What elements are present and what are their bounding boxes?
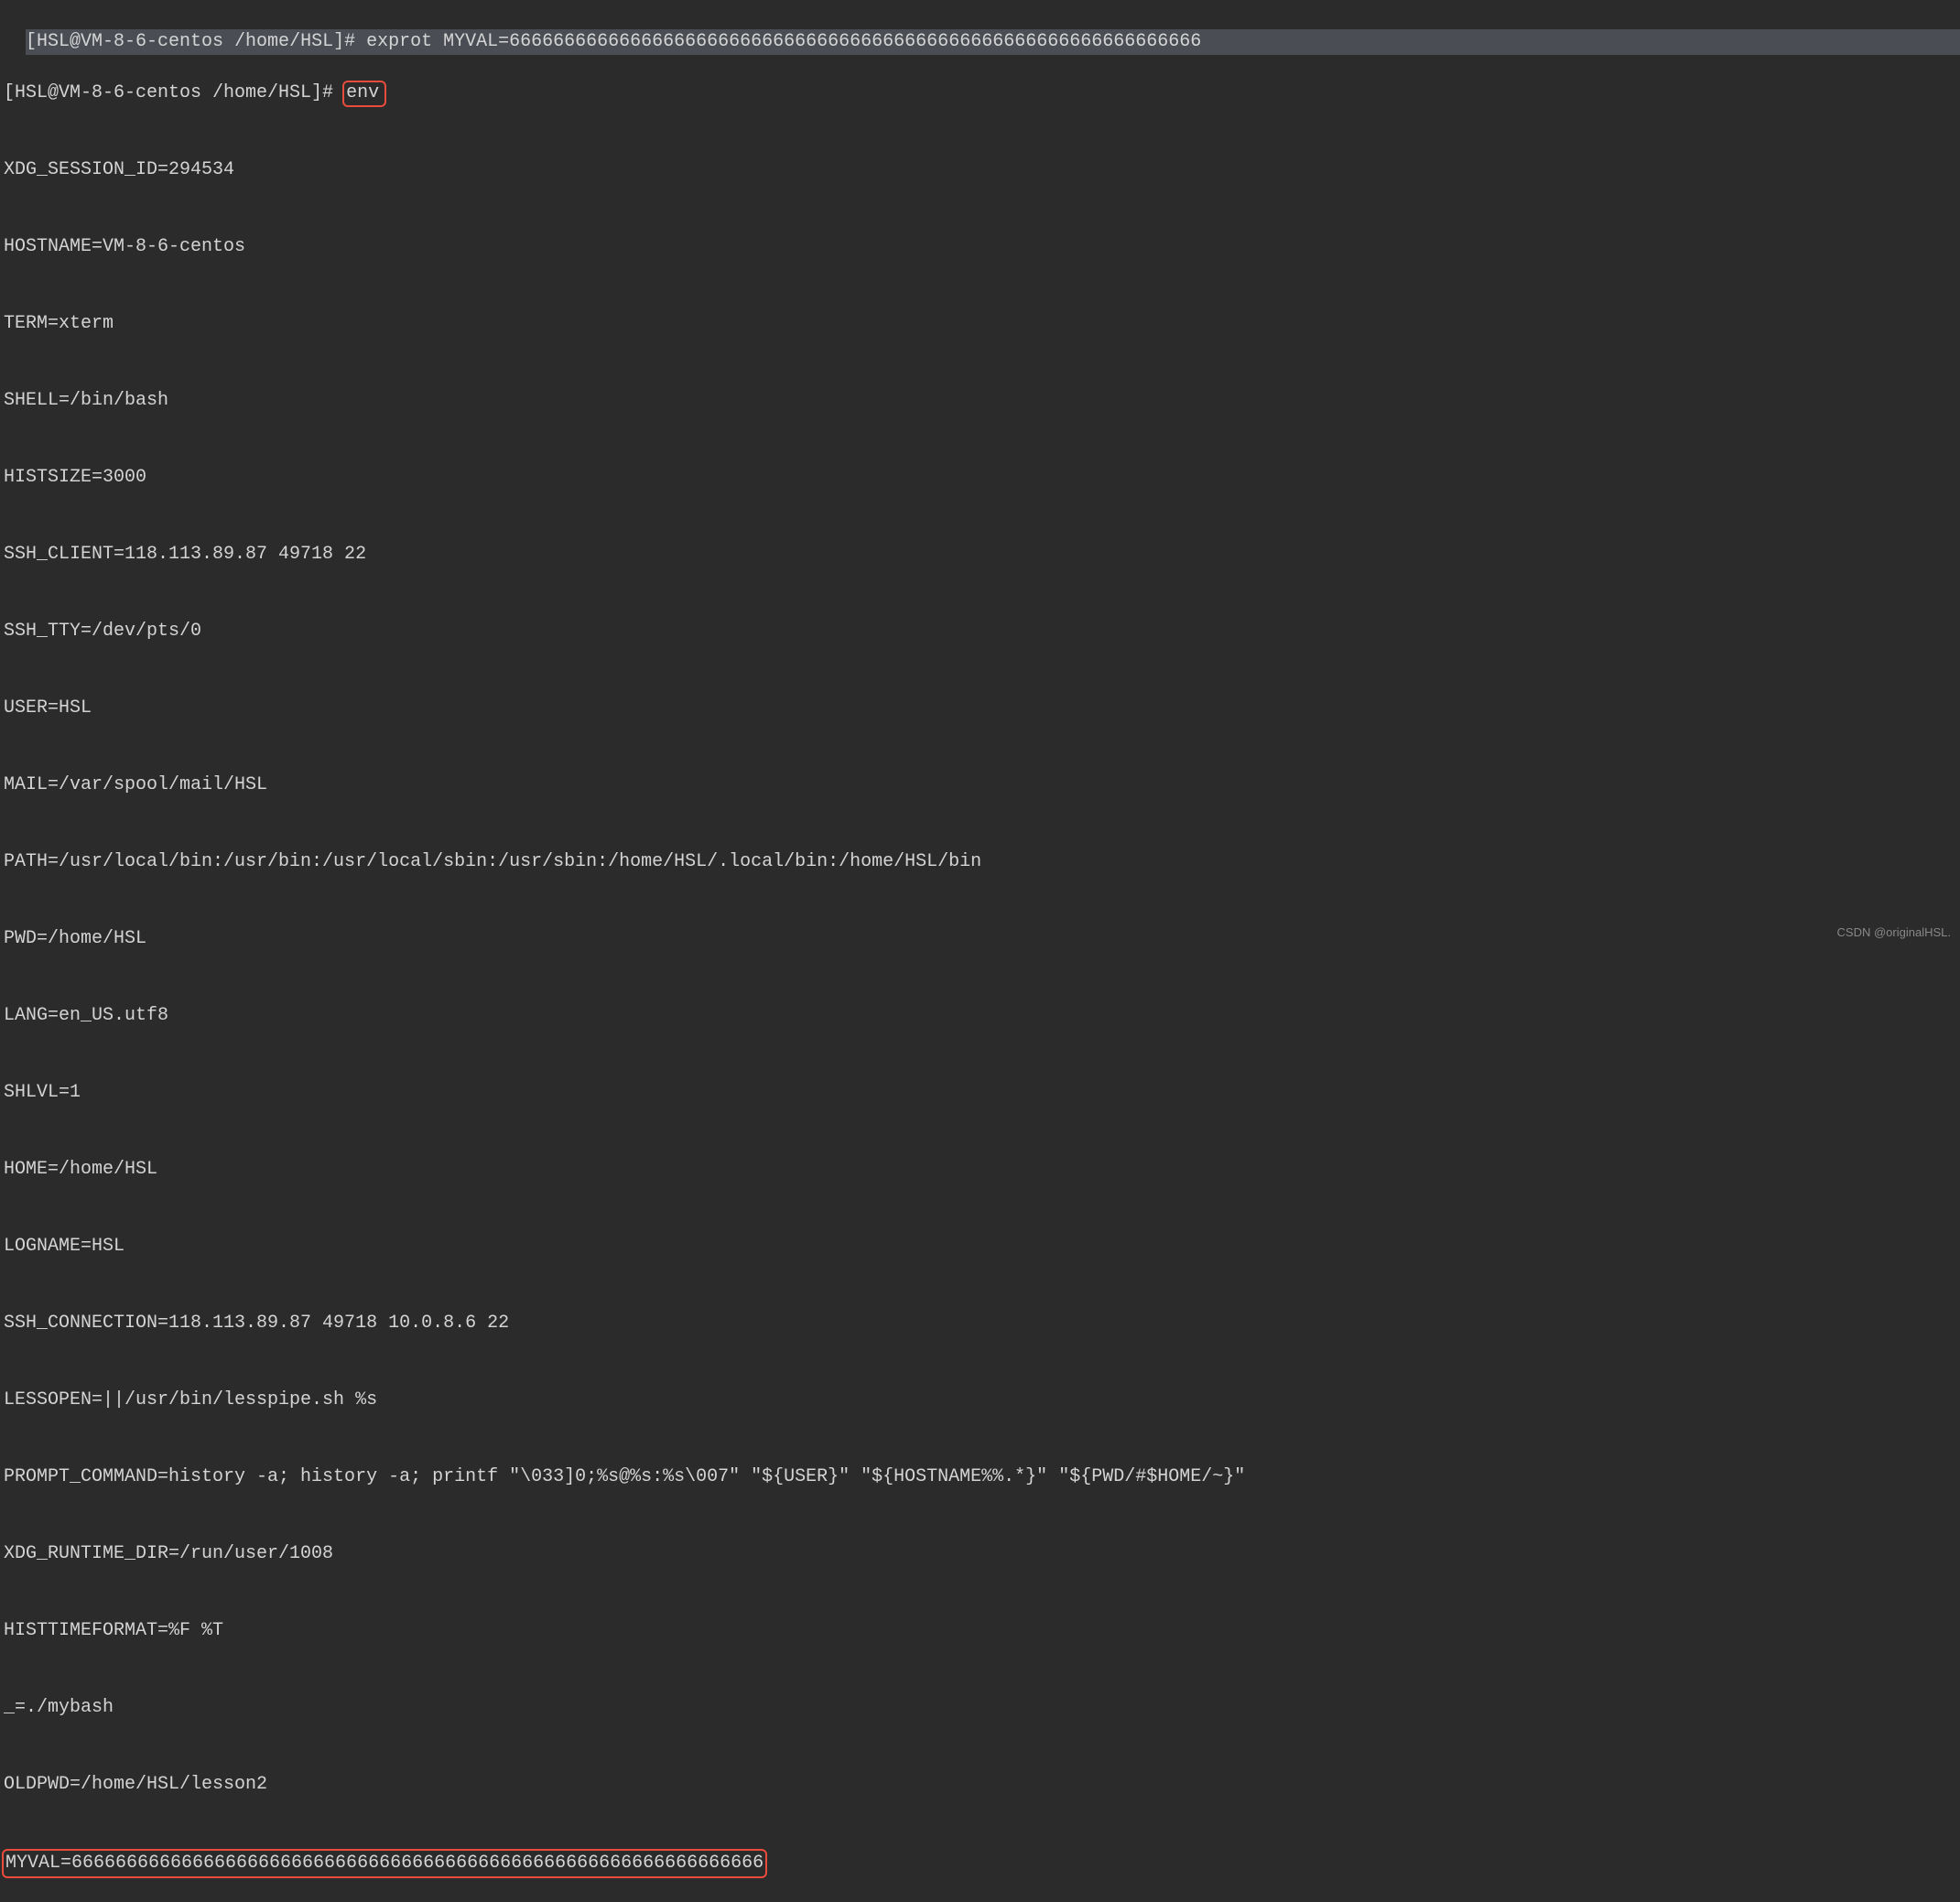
prompt-text: [HSL@VM-8-6-centos /home/HSL]# bbox=[4, 82, 333, 103]
env-output-line: XDG_RUNTIME_DIR=/run/user/1008 bbox=[4, 1541, 1960, 1567]
command-line-2: [HSL@VM-8-6-centos /home/HSL]# env bbox=[4, 81, 1960, 106]
env-output-line: OLDPWD=/home/HSL/lesson2 bbox=[4, 1772, 1960, 1798]
env-output-line: SHLVL=1 bbox=[4, 1080, 1960, 1106]
env-output-line: HOME=/home/HSL bbox=[4, 1157, 1960, 1183]
command-text: exprot MYVAL= bbox=[366, 31, 509, 52]
terminal-output[interactable]: [HSL@VM-8-6-centos /home/HSL]# exprot MY… bbox=[4, 4, 1960, 1902]
env-output-line: PATH=/usr/local/bin:/usr/bin:/usr/local/… bbox=[4, 849, 1960, 875]
env-output-line: _=./mybash bbox=[4, 1695, 1960, 1721]
env-output-line: LESSOPEN=||/usr/bin/lesspipe.sh %s bbox=[4, 1388, 1960, 1413]
env-output-line: MAIL=/var/spool/mail/HSL bbox=[4, 773, 1960, 798]
command-value: 6666666666666666666666666666666666666666… bbox=[509, 31, 1201, 52]
env-output-line: XDG_SESSION_ID=294534 bbox=[4, 157, 1960, 183]
env-output-line: TERM=xterm bbox=[4, 311, 1960, 337]
env-output-line: HISTTIMEFORMAT=%F %T bbox=[4, 1618, 1960, 1644]
env-output-line: SSH_TTY=/dev/pts/0 bbox=[4, 619, 1960, 644]
watermark-text: CSDN @originalHSL. bbox=[1837, 920, 1951, 946]
myval-highlight-box: MYVAL=6666666666666666666666666666666666… bbox=[2, 1849, 767, 1878]
env-output-line: LOGNAME=HSL bbox=[4, 1234, 1960, 1259]
env-command-highlight: env bbox=[342, 81, 386, 107]
env-output-line: HOSTNAME=VM-8-6-centos bbox=[4, 234, 1960, 260]
myval-highlight-line: MYVAL=6666666666666666666666666666666666… bbox=[4, 1849, 1960, 1878]
env-output-line: LANG=en_US.utf8 bbox=[4, 1003, 1960, 1029]
env-output-line: SHELL=/bin/bash bbox=[4, 388, 1960, 414]
env-output-line: PROMPT_COMMAND=history -a; history -a; p… bbox=[4, 1464, 1960, 1490]
env-output-line: USER=HSL bbox=[4, 696, 1960, 721]
env-output-line: SSH_CLIENT=118.113.89.87 49718 22 bbox=[4, 542, 1960, 567]
command-line-1: [HSL@VM-8-6-centos /home/HSL]# exprot MY… bbox=[26, 29, 1960, 55]
prompt-text: [HSL@VM-8-6-centos /home/HSL]# bbox=[26, 31, 366, 52]
env-output-line: SSH_CONNECTION=118.113.89.87 49718 10.0.… bbox=[4, 1311, 1960, 1336]
env-output-line: HISTSIZE=3000 bbox=[4, 465, 1960, 491]
env-output-line: PWD=/home/HSL bbox=[4, 926, 1960, 952]
